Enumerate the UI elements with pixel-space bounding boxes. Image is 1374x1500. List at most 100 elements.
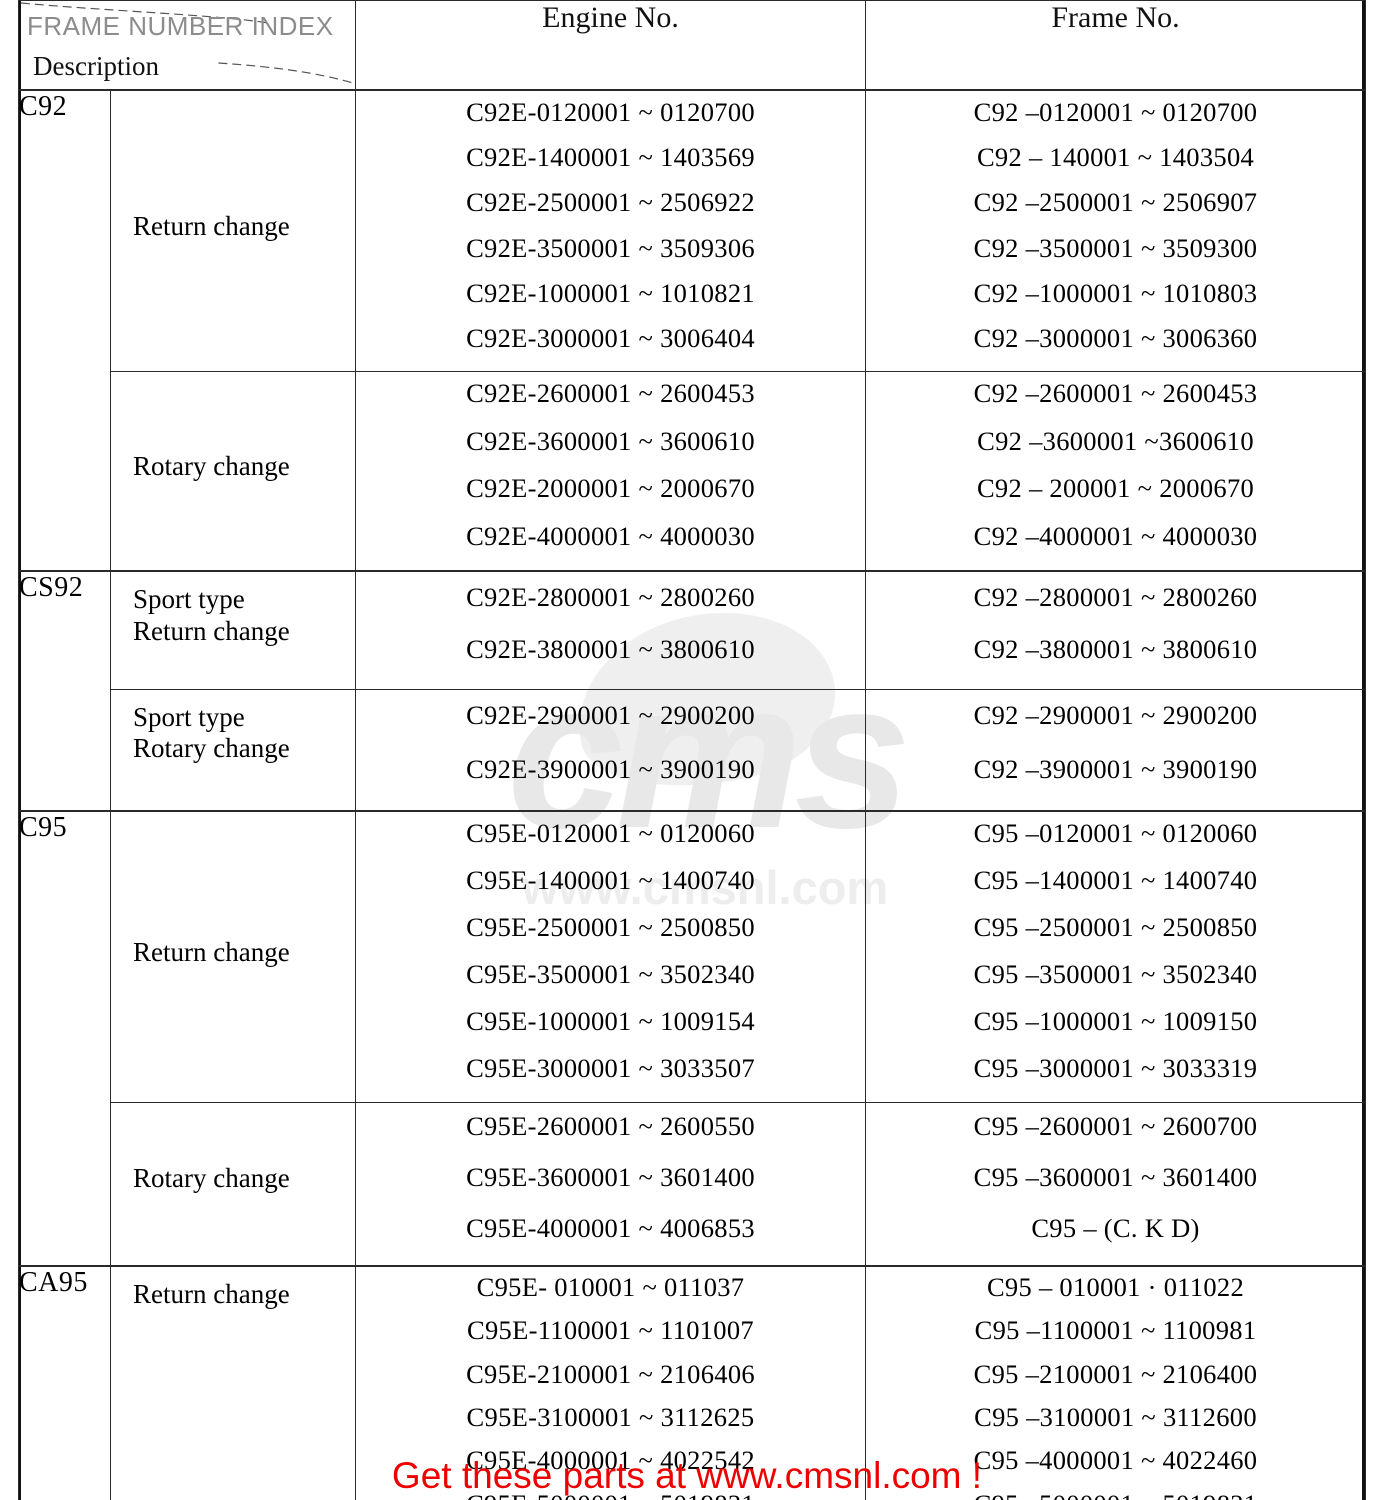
table-header: FRAME NUMBER INDEX Description Engine No…	[18, 0, 1366, 91]
number-list: C92 –2900001 ~ 2900200 C92 –3900001 ~ 390…	[866, 690, 1365, 810]
frame-number: C95 –3600001 ~ 3601400	[973, 1162, 1258, 1193]
frame-number: C92 –3900001 ~ 3900190	[973, 753, 1258, 784]
frame-number: C92 – 200001 ~ 2000670	[976, 473, 1255, 504]
description-cell: Rotary change	[110, 370, 356, 572]
header-description-corner: FRAME NUMBER INDEX Description	[18, 0, 356, 91]
description-line: Return change	[133, 936, 290, 967]
engine-no-cell: C92E-2900001 ~ 2900200 C92E-3900001 ~ 390…	[355, 688, 866, 812]
frame-no-cell: C95 –2600001 ~ 2600700 C95 –3600001 ~ 360…	[865, 1102, 1366, 1267]
table-row: Rotary change C95E-2600001 ~ 2600550 C95E-…	[19, 1102, 1366, 1267]
description-line: Sport type	[133, 701, 245, 732]
table-row: Sport type Rotary change C92E-2900001 ~ 29…	[19, 688, 1366, 812]
description-cell: Return change	[110, 1265, 356, 1500]
frame-number: C92 –0120001 ~ 0120700	[973, 96, 1258, 127]
engine-number: C92E-1400001 ~ 1403569	[466, 141, 755, 172]
engine-number: C92E-3900001 ~ 3900190	[466, 753, 755, 784]
description-line: Rotary change	[133, 1163, 290, 1194]
description-cell: Sport type Return change	[110, 570, 356, 690]
engine-number: C95E-2600001 ~ 2600550	[466, 1111, 755, 1142]
number-list: C92 –0120001 ~ 0120700 C92 – 140001 ~ 140…	[866, 91, 1365, 371]
frame-number: C92 –2800001 ~ 2800260	[973, 581, 1258, 612]
description-cell: Rotary change	[110, 1102, 356, 1267]
description-text-block: Sport type Rotary change	[133, 702, 353, 766]
frame-no-cell: C92 –0120001 ~ 0120700 C92 – 140001 ~ 140…	[865, 88, 1366, 372]
frame-no-cell: C92 –2800001 ~ 2800260 C92 –3800001 ~ 380…	[865, 570, 1366, 690]
description-line: Sport type	[133, 584, 245, 615]
frame-number: C95 –1400001 ~ 1400740	[973, 865, 1258, 896]
engine-number: C92E-0120001 ~ 0120700	[466, 96, 755, 127]
frame-number: C92 – 140001 ~ 1403504	[976, 141, 1255, 172]
frame-number-index-overlay-title: FRAME NUMBER INDEX	[27, 11, 334, 41]
engine-number: C92E-3800001 ~ 3800610	[466, 634, 755, 665]
engine-number: C95E-1100001 ~ 1101007	[467, 1315, 754, 1346]
frame-number: C95 –1000001 ~ 1009150	[973, 1006, 1258, 1037]
engine-number: C92E-2600001 ~ 2600453	[466, 378, 755, 409]
engine-number: C92E-2000001 ~ 2000670	[466, 473, 755, 504]
engine-number: C95E-2100001 ~ 2106406	[466, 1358, 755, 1389]
engine-number: C92E-1000001 ~ 1010821	[466, 277, 755, 308]
engine-number: C92E-3000001 ~ 3006404	[466, 323, 755, 354]
number-list: C92E-2800001 ~ 2800260 C92E-3800001 ~ 380…	[356, 572, 865, 688]
engine-number: C92E-3500001 ~ 3509306	[466, 232, 755, 263]
number-list: C95 –0120001 ~ 0120060 C95 –1400001 ~ 140…	[866, 812, 1365, 1103]
description-text-block: Return change	[133, 211, 353, 243]
number-list: C95 –2600001 ~ 2600700 C95 –3600001 ~ 360…	[866, 1103, 1365, 1265]
description-text-block: Return change	[133, 937, 353, 969]
engine-number: C92E-2800001 ~ 2800260	[466, 581, 755, 612]
engine-no-cell: C95E- 010001 ~ 011037 C95E-1100001 ~ 1101…	[355, 1265, 866, 1500]
model-code-cell: CA95	[18, 1265, 111, 1500]
frame-number: C95 –2100001 ~ 2106400	[973, 1358, 1258, 1389]
frame-number: C95 –2600001 ~ 2600700	[973, 1111, 1258, 1142]
frame-number: C92 –2900001 ~ 2900200	[973, 699, 1258, 730]
number-list: C92E-2900001 ~ 2900200 C92E-3900001 ~ 390…	[356, 690, 865, 810]
frame-number: C95 –2500001 ~ 2500850	[973, 912, 1258, 943]
description-line: Return change	[133, 1279, 290, 1310]
engine-number: C92E-2900001 ~ 2900200	[466, 699, 755, 730]
header-row: FRAME NUMBER INDEX Description Engine No…	[18, 0, 1366, 91]
table-row: CS92 Sport type Return change C92E-2800001 …	[18, 570, 1366, 812]
description-cell: Return change	[110, 809, 356, 1104]
frame-no-cell: C92 –2900001 ~ 2900200 C92 –3900001 ~ 390…	[865, 688, 1366, 812]
description-line: Rotary change	[133, 733, 290, 764]
engine-no-cell: C92E-2600001 ~ 2600453 C92E-3600001 ~ 360…	[355, 370, 866, 572]
frame-number: C95 – 010001 · 011022	[986, 1272, 1245, 1303]
engine-no-cell: C92E-2800001 ~ 2800260 C92E-3800001 ~ 380…	[355, 570, 866, 690]
frame-number: C92 –2500001 ~ 2506907	[973, 187, 1258, 218]
header-description-label: Description	[33, 51, 159, 81]
frame-number: C95 –0120001 ~ 0120060	[973, 818, 1258, 849]
frame-number: C92 –1000001 ~ 1010803	[973, 277, 1258, 308]
number-list: C95E-0120001 ~ 0120060 C95E-1400001 ~ 140…	[356, 812, 865, 1103]
frame-number: C95 –3100001 ~ 3112600	[974, 1402, 1257, 1433]
engine-number: C95E-3000001 ~ 3033507	[466, 1053, 755, 1084]
engine-number: C95E-4000001 ~ 4006853	[466, 1212, 755, 1243]
frame-no-cell: C95 –0120001 ~ 0120060 C95 –1400001 ~ 140…	[865, 809, 1366, 1104]
engine-number: C92E-2500001 ~ 2506922	[466, 187, 755, 218]
frame-number: C95 – (C. K D)	[1031, 1212, 1200, 1243]
model-code-cell: CS92	[18, 570, 111, 812]
number-list: C92E-0120001 ~ 0120700 C92E-1400001 ~ 140…	[356, 91, 865, 371]
frame-number: C92 –4000001 ~ 4000030	[973, 520, 1258, 551]
engine-number: C95E-4000001 ~ 4022542	[466, 1445, 755, 1476]
description-cell: Sport type Rotary change	[110, 688, 356, 812]
frame-number: C92 –3600001 ~3600610	[977, 425, 1254, 456]
description-text-block: Rotary change	[133, 1163, 353, 1195]
frame-number: C92 –2600001 ~ 2600453	[973, 378, 1258, 409]
engine-number: C95E-5000001 ~ 5019831	[356, 1490, 865, 1500]
frame-number: C95 –4000001 ~ 4022460	[973, 1445, 1258, 1476]
frame-no-cell: C95 – 010001 · 011022 C95 –1100001 ~ 1100…	[865, 1265, 1366, 1500]
description-line: Rotary change	[133, 450, 290, 481]
engine-no-cell: C92E-0120001 ~ 0120700 C92E-1400001 ~ 140…	[355, 88, 866, 372]
table-row: CA95 Return change C95E- 010001 ~ 011037 C9…	[18, 1265, 1366, 1500]
number-list: C92 –2800001 ~ 2800260 C92 –3800001 ~ 380…	[866, 572, 1365, 688]
number-list: C92E-2600001 ~ 2600453 C92E-3600001 ~ 360…	[356, 372, 865, 571]
frame-number: C95 –3500001 ~ 3502340	[973, 959, 1258, 990]
engine-number: C95E-3100001 ~ 3112625	[466, 1402, 755, 1433]
engine-no-cell: C95E-2600001 ~ 2600550 C95E-3600001 ~ 360…	[355, 1102, 866, 1267]
header-engine-no: Engine No.	[355, 0, 866, 91]
engine-number: C92E-4000001 ~ 4000030	[466, 520, 755, 551]
frame-number: C95 –1100001 ~ 1100981	[974, 1315, 1257, 1346]
table-body: C92 Return change C92E-0120001 ~ 0120700 C9…	[18, 88, 1366, 1500]
frame-number: C92 –3800001 ~ 3800610	[973, 634, 1258, 665]
description-text-block: Sport type Return change	[133, 584, 353, 648]
engine-number: C95E-1400001 ~ 1400740	[466, 865, 755, 896]
